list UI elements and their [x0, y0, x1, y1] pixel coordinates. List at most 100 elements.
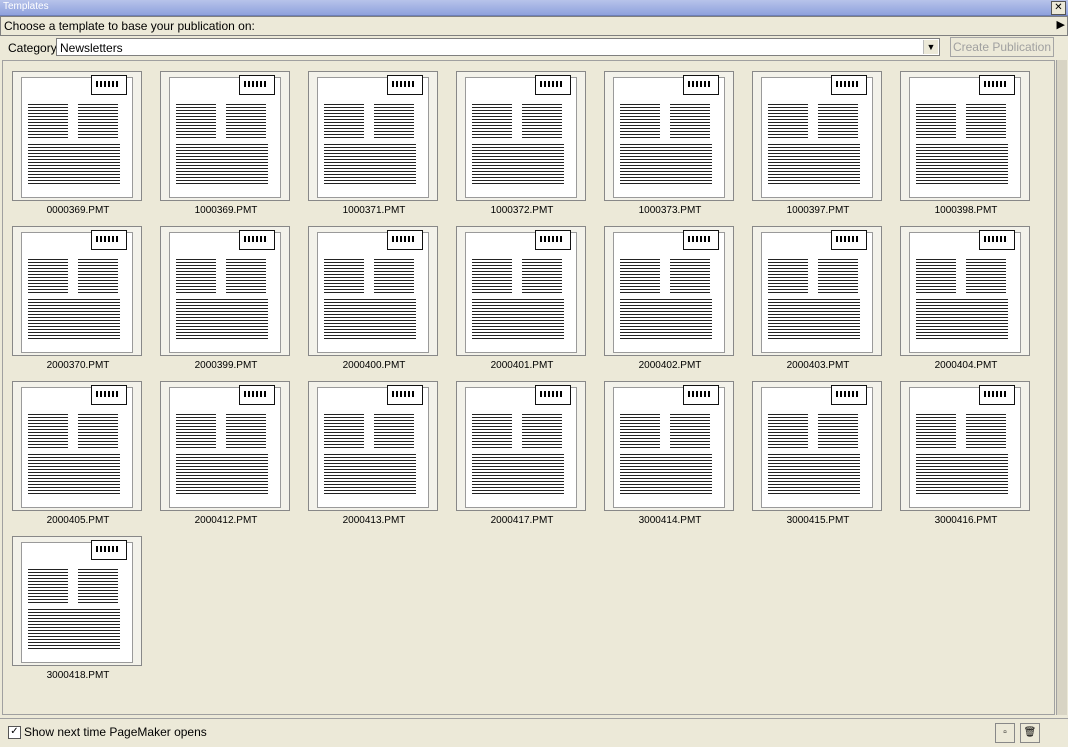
template-thumbnail[interactable] [308, 71, 438, 201]
close-icon[interactable]: ✕ [1051, 1, 1066, 15]
thumbnail-text-block [472, 259, 512, 293]
template-thumbnail[interactable] [900, 381, 1030, 511]
template-tile[interactable]: 2000417.PMT [456, 381, 588, 526]
template-name: 1000373.PMT [638, 205, 702, 216]
thumbnail-text-block [324, 414, 364, 448]
thumbnail-text-block [28, 454, 120, 494]
thumbnail-text-block [916, 414, 956, 448]
template-thumbnail[interactable] [752, 226, 882, 356]
trash-icon[interactable]: 🗑 [1020, 723, 1040, 743]
template-tile[interactable]: 1000371.PMT [308, 71, 440, 216]
template-thumbnail[interactable] [752, 71, 882, 201]
thumbnail-text-block [28, 259, 68, 293]
create-publication-button[interactable]: Create Publication [950, 37, 1054, 57]
template-tile[interactable]: 2000404.PMT [900, 226, 1032, 371]
template-tile[interactable]: 2000403.PMT [752, 226, 884, 371]
template-thumbnail[interactable] [456, 71, 586, 201]
window-title: Templates [3, 1, 49, 12]
thumbnail-text-block [28, 609, 120, 649]
thumbnail-text-block [374, 259, 414, 293]
thumbnail-text-block [768, 299, 860, 339]
template-grid: 0000369.PMT 1000369.PMT 1000371.PMT 1000372… [2, 60, 1055, 715]
thumbnail-note [535, 230, 571, 250]
template-name: 0000369.PMT [46, 205, 110, 216]
thumbnail-note [91, 230, 127, 250]
template-tile[interactable]: 1000398.PMT [900, 71, 1032, 216]
template-thumbnail[interactable] [160, 71, 290, 201]
template-thumbnail[interactable] [12, 226, 142, 356]
template-name: 1000372.PMT [490, 205, 554, 216]
template-tile[interactable]: 2000370.PMT [12, 226, 144, 371]
template-tile[interactable]: 2000399.PMT [160, 226, 292, 371]
template-tile[interactable]: 1000397.PMT [752, 71, 884, 216]
thumbnail-text-block [472, 104, 512, 138]
template-tile[interactable]: 1000373.PMT [604, 71, 736, 216]
thumbnail-text-block [374, 104, 414, 138]
template-thumbnail[interactable] [752, 381, 882, 511]
thumbnail-note [979, 75, 1015, 95]
template-tile[interactable]: 0000369.PMT [12, 71, 144, 216]
template-tile[interactable]: 2000401.PMT [456, 226, 588, 371]
thumbnail-note [979, 230, 1015, 250]
prompt-text: Choose a template to base your publicati… [4, 19, 255, 33]
template-thumbnail[interactable] [900, 71, 1030, 201]
category-value: Newsletters [60, 41, 123, 55]
footer: ✓ Show next time PageMaker opens ▫ 🗑 [0, 718, 1068, 747]
category-label: Category: [8, 41, 61, 55]
template-thumbnail[interactable] [308, 381, 438, 511]
template-tile[interactable]: 2000405.PMT [12, 381, 144, 526]
template-thumbnail[interactable] [308, 226, 438, 356]
template-name: 2000417.PMT [490, 515, 554, 526]
template-thumbnail[interactable] [456, 226, 586, 356]
template-thumbnail[interactable] [604, 381, 734, 511]
template-tile[interactable]: 3000415.PMT [752, 381, 884, 526]
template-tile[interactable]: 2000400.PMT [308, 226, 440, 371]
thumbnail-text-block [28, 144, 120, 184]
thumbnail-note [683, 230, 719, 250]
arrow-right-icon[interactable]: ▶ [1057, 18, 1065, 31]
vertical-scrollbar[interactable] [1056, 60, 1067, 715]
thumbnail-note [535, 385, 571, 405]
thumbnail-text-block [472, 299, 564, 339]
thumbnail-text-block [916, 104, 956, 138]
thumbnail-note [239, 75, 275, 95]
new-icon[interactable]: ▫ [995, 723, 1015, 743]
template-thumbnail[interactable] [456, 381, 586, 511]
thumbnail-text-block [966, 259, 1006, 293]
thumbnail-page [761, 232, 873, 353]
thumbnail-text-block [768, 259, 808, 293]
template-tile[interactable]: 3000418.PMT [12, 536, 144, 681]
thumbnail-text-block [226, 104, 266, 138]
template-thumbnail[interactable] [604, 226, 734, 356]
chevron-down-icon[interactable]: ▼ [923, 40, 938, 54]
template-thumbnail[interactable] [604, 71, 734, 201]
template-thumbnail[interactable] [12, 536, 142, 666]
template-name: 3000416.PMT [934, 515, 998, 526]
template-tile[interactable]: 3000414.PMT [604, 381, 736, 526]
template-name: 3000414.PMT [638, 515, 702, 526]
thumbnail-text-block [916, 454, 1008, 494]
show-next-checkbox[interactable]: ✓ [8, 726, 21, 739]
thumbnail-page [613, 232, 725, 353]
template-tile[interactable]: 2000402.PMT [604, 226, 736, 371]
template-tile[interactable]: 1000372.PMT [456, 71, 588, 216]
thumbnail-text-block [28, 104, 68, 138]
thumbnail-text-block [916, 299, 1008, 339]
thumbnail-text-block [78, 104, 118, 138]
thumbnail-text-block [670, 414, 710, 448]
template-tile[interactable]: 2000412.PMT [160, 381, 292, 526]
template-thumbnail[interactable] [12, 71, 142, 201]
thumbnail-page [169, 77, 281, 198]
template-name: 2000413.PMT [342, 515, 406, 526]
template-name: 1000398.PMT [934, 205, 998, 216]
template-tile[interactable]: 3000416.PMT [900, 381, 1032, 526]
template-thumbnail[interactable] [12, 381, 142, 511]
template-thumbnail[interactable] [160, 226, 290, 356]
template-name: 2000404.PMT [934, 360, 998, 371]
template-name: 2000412.PMT [194, 515, 258, 526]
category-select[interactable]: Newsletters ▼ [56, 38, 940, 56]
template-tile[interactable]: 1000369.PMT [160, 71, 292, 216]
template-thumbnail[interactable] [160, 381, 290, 511]
template-tile[interactable]: 2000413.PMT [308, 381, 440, 526]
template-thumbnail[interactable] [900, 226, 1030, 356]
